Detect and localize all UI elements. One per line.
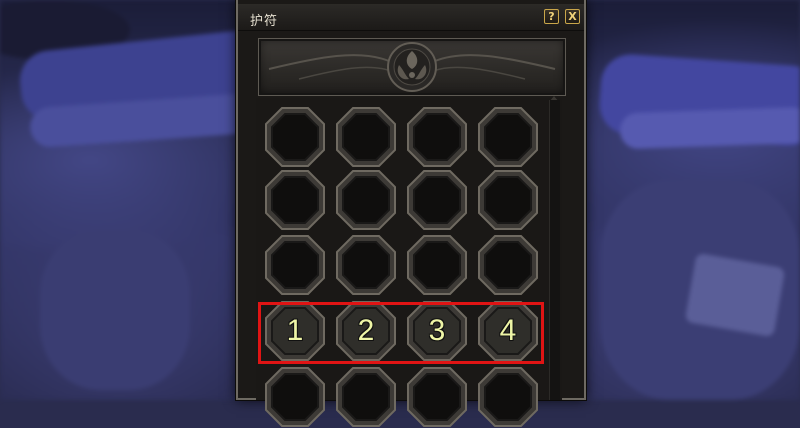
- slot-number-label: [477, 234, 539, 296]
- slot-number-label: [264, 366, 326, 428]
- charm-slot[interactable]: [264, 234, 326, 296]
- charm-slot[interactable]: [335, 234, 397, 296]
- charm-slot[interactable]: [406, 169, 468, 231]
- charm-slot[interactable]: [406, 366, 468, 428]
- charm-slot[interactable]: [264, 366, 326, 428]
- charm-slot[interactable]: [406, 234, 468, 296]
- slot-number-label: [406, 106, 468, 168]
- ornament-emblem-icon: [268, 42, 556, 92]
- charm-slot[interactable]: [477, 106, 539, 168]
- highlight-frame: [258, 302, 544, 364]
- close-button[interactable]: X: [565, 9, 580, 24]
- charm-slot[interactable]: [477, 366, 539, 428]
- slot-number-label: [406, 234, 468, 296]
- charm-slot[interactable]: [477, 234, 539, 296]
- scrollbar-track[interactable]: [549, 100, 560, 400]
- slot-number-label: [335, 169, 397, 231]
- ornamental-header-plate: [258, 38, 566, 96]
- window-title: 护符: [250, 14, 279, 29]
- charm-slot[interactable]: [264, 106, 326, 168]
- slot-number-label: [335, 106, 397, 168]
- slot-number-label: [335, 366, 397, 428]
- title-bar[interactable]: 护符 ? X: [238, 4, 584, 31]
- slot-number-label: [477, 106, 539, 168]
- slot-number-label: [477, 366, 539, 428]
- slot-number-label: [335, 234, 397, 296]
- slot-number-label: [406, 366, 468, 428]
- slot-number-label: [477, 169, 539, 231]
- slot-number-label: [264, 106, 326, 168]
- slot-number-label: [406, 169, 468, 231]
- slot-number-label: [264, 169, 326, 231]
- charm-slot[interactable]: [335, 366, 397, 428]
- charm-slot[interactable]: [335, 169, 397, 231]
- charm-slot[interactable]: [406, 106, 468, 168]
- charm-slot[interactable]: [264, 169, 326, 231]
- slot-number-label: [264, 234, 326, 296]
- charm-slot[interactable]: [335, 106, 397, 168]
- help-button[interactable]: ?: [544, 9, 559, 24]
- charm-slot[interactable]: [477, 169, 539, 231]
